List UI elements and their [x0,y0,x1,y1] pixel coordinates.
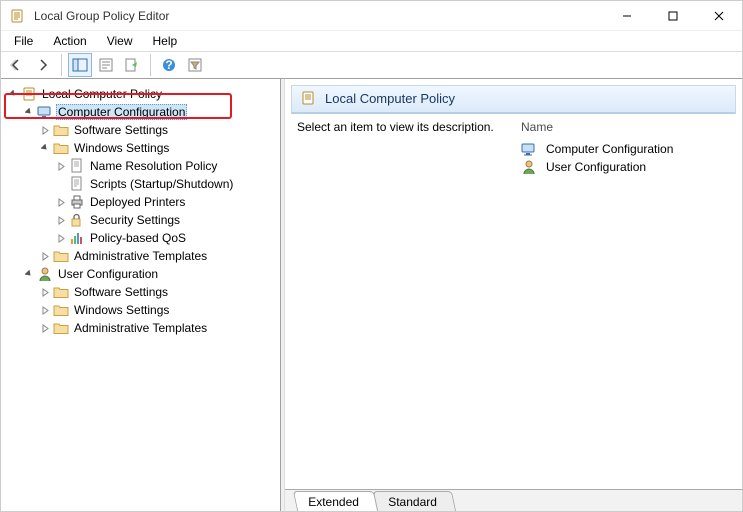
menu-view[interactable]: View [98,32,142,50]
window-title: Local Group Policy Editor [34,9,604,23]
toolbar-separator-2 [150,54,151,76]
svg-text:?: ? [165,58,172,72]
tree-item-u-windows[interactable]: Windows Settings [37,301,278,319]
close-button[interactable] [696,1,742,30]
printer-icon [69,194,85,210]
export-button[interactable] [120,53,144,77]
details-pane: Local Computer Policy Select an item to … [285,79,742,511]
app-icon [9,8,25,24]
list-item-label: Computer Configuration [546,142,673,156]
menubar: File Action View Help [1,31,742,51]
list-item-computer-configuration[interactable]: Computer Configuration [521,140,730,158]
expand-toggle[interactable] [37,320,53,336]
expand-toggle[interactable] [53,212,69,228]
details-tabs: Extended Standard [285,489,742,511]
security-icon [69,212,85,228]
tree-root-node: Local Computer Policy Computer Configura… [5,85,278,337]
qos-icon [69,230,85,246]
content-area: Local Computer Policy Computer Configura… [1,79,742,511]
policy-doc-icon [69,158,85,174]
user-icon [37,266,53,282]
app-window: Local Group Policy Editor File Action Vi… [0,0,743,512]
column-header-name[interactable]: Name [521,120,730,134]
folder-icon [53,140,69,156]
tree-item-admin-templates[interactable]: Administrative Templates [37,247,278,265]
policy-icon [300,90,316,106]
properties-button[interactable] [94,53,118,77]
details-header: Local Computer Policy [291,85,736,114]
tree-item-policy-qos[interactable]: Policy-based QoS [53,229,278,247]
tree-item-computer-configuration[interactable]: Computer Configuration [21,103,278,121]
tree-item-u-admin[interactable]: Administrative Templates [37,319,278,337]
details-header-title: Local Computer Policy [325,91,455,106]
folder-icon [53,302,69,318]
window-controls [604,1,742,30]
tree-label: Policy-based QoS [88,230,188,246]
description-text: Select an item to view its description. [297,120,497,489]
expand-toggle[interactable] [37,122,53,138]
toolbar: ? [1,51,742,79]
expand-toggle[interactable] [53,230,69,246]
expand-toggle[interactable] [21,104,37,120]
tree-label: Administrative Templates [72,248,209,264]
tree-item-name-resolution[interactable]: Name Resolution Policy [53,157,278,175]
menu-help[interactable]: Help [144,32,187,50]
filter-button[interactable] [183,53,207,77]
user-icon [521,159,537,175]
tree-label: Local Computer Policy [40,86,164,102]
folder-icon [53,284,69,300]
expand-toggle[interactable] [37,248,53,264]
computer-icon [521,141,537,157]
expand-toggle[interactable] [37,302,53,318]
back-button[interactable] [5,53,29,77]
folder-icon [53,248,69,264]
tree-label: Software Settings [72,284,170,300]
tree-label: Computer Configuration [56,104,187,120]
show-tree-button[interactable] [68,53,92,77]
tree-item-software-settings[interactable]: Software Settings [37,121,278,139]
minimize-button[interactable] [604,1,650,30]
folder-icon [53,122,69,138]
details-list: Name Computer Configuration User Configu… [521,120,730,489]
tree-label: User Configuration [56,266,160,282]
forward-button[interactable] [31,53,55,77]
tree-label: Administrative Templates [72,320,209,336]
tree-label: Scripts (Startup/Shutdown) [88,176,235,192]
tree-label: Security Settings [88,212,182,228]
tree-pane[interactable]: Local Computer Policy Computer Configura… [1,79,281,511]
tree-item-u-software[interactable]: Software Settings [37,283,278,301]
tree-item-user-configuration[interactable]: User Configuration [21,265,278,283]
toolbar-separator [61,54,62,76]
titlebar: Local Group Policy Editor [1,1,742,31]
policy-icon [21,86,37,102]
tab-extended[interactable]: Extended [293,491,378,511]
tree-item-windows-settings[interactable]: Windows Settings [37,139,278,157]
list-item-label: User Configuration [546,160,646,174]
computer-icon [37,104,53,120]
tree-item-local-computer-policy[interactable]: Local Computer Policy [5,85,278,103]
expand-toggle[interactable] [5,86,21,102]
details-content: Select an item to view its description. … [285,114,742,489]
maximize-button[interactable] [650,1,696,30]
tree-label: Software Settings [72,122,170,138]
tree-item-security-settings[interactable]: Security Settings [53,211,278,229]
tree-item-scripts[interactable]: Scripts (Startup/Shutdown) [53,175,278,193]
expand-toggle[interactable] [21,266,37,282]
expand-toggle[interactable] [53,158,69,174]
tree-label: Name Resolution Policy [88,158,219,174]
tree-label: Windows Settings [72,140,171,156]
tree-label: Windows Settings [72,302,171,318]
folder-icon [53,320,69,336]
tab-standard[interactable]: Standard [373,491,456,511]
expand-toggle[interactable] [53,194,69,210]
script-icon [69,176,85,192]
tree-item-deployed-printers[interactable]: Deployed Printers [53,193,278,211]
list-item-user-configuration[interactable]: User Configuration [521,158,730,176]
expand-toggle[interactable] [37,140,53,156]
tree-label: Deployed Printers [88,194,187,210]
menu-file[interactable]: File [5,32,42,50]
menu-action[interactable]: Action [44,32,95,50]
expand-toggle[interactable] [37,284,53,300]
help-button[interactable]: ? [157,53,181,77]
